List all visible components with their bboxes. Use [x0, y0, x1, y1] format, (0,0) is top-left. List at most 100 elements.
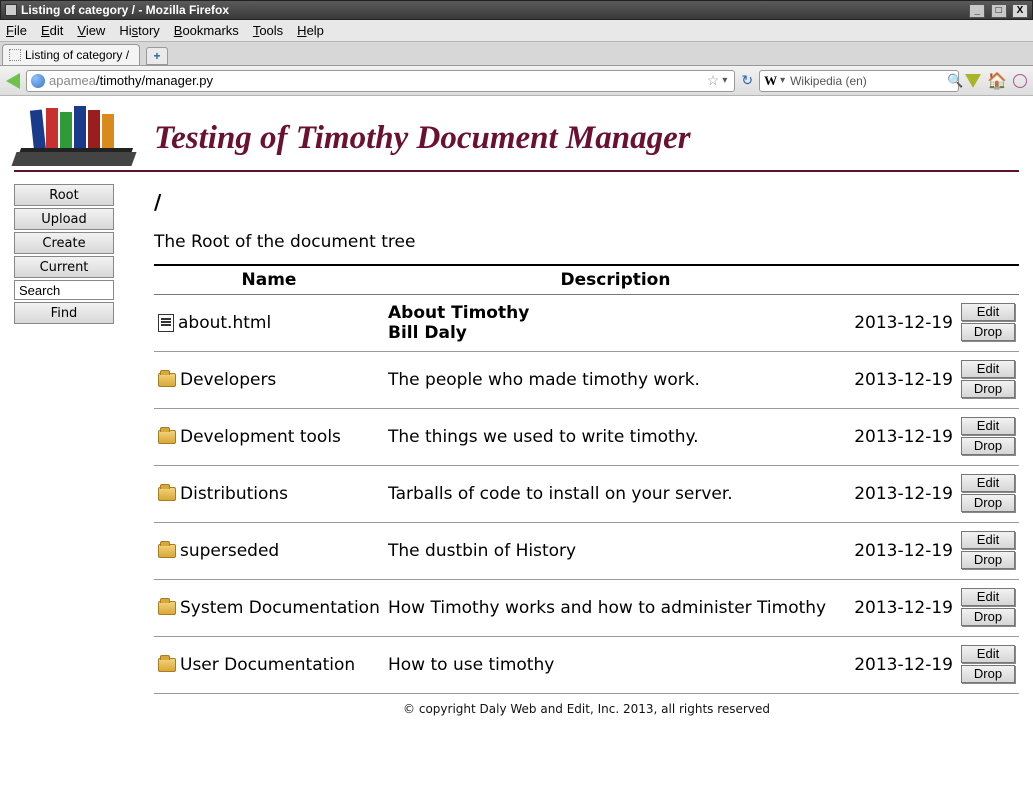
home-button[interactable]: 🏠 [987, 71, 1007, 91]
nav-toolbar: apamea/timothy/manager.py ☆ ▾ ↻ W ▾ 🔍 🏠 [0, 66, 1033, 96]
menu-bar: File Edit View History Bookmarks Tools H… [0, 20, 1033, 42]
edit-button[interactable]: Edit [961, 360, 1015, 378]
drop-button[interactable]: Drop [961, 380, 1015, 398]
search-engine-input[interactable] [788, 73, 947, 89]
menu-file[interactable]: File [6, 23, 27, 38]
item-name[interactable]: Development tools [180, 427, 341, 447]
bookshelf-logo [14, 108, 134, 168]
edit-button[interactable]: Edit [961, 474, 1015, 492]
col-name-header: Name [154, 265, 384, 295]
item-name[interactable]: Distributions [180, 484, 288, 504]
maximize-button[interactable]: □ [991, 4, 1007, 18]
new-tab-button[interactable]: + [146, 47, 168, 65]
bookmark-star-icon[interactable]: ☆ [707, 72, 720, 89]
sidebar-upload-button[interactable]: Upload [14, 208, 114, 230]
tab-strip: Listing of category / + [0, 42, 1033, 66]
tab-label: Listing of category / [25, 48, 129, 62]
folder-icon [158, 601, 176, 615]
menu-tools[interactable]: Tools [253, 23, 283, 38]
category-description: The Root of the document tree [154, 232, 1019, 252]
drop-button[interactable]: Drop [961, 551, 1015, 569]
url-dropdown-icon[interactable]: ▾ [722, 75, 727, 86]
window-icon [5, 4, 17, 16]
edit-button[interactable]: Edit [961, 303, 1015, 321]
item-description: The people who made timothy work. [384, 352, 847, 409]
sidebar-find-button[interactable]: Find [14, 302, 114, 324]
url-path: /timothy/manager.py [96, 73, 213, 88]
downloads-button[interactable] [965, 74, 981, 88]
url-host: apamea [49, 73, 96, 88]
item-name[interactable]: User Documentation [180, 655, 355, 675]
sidebar-create-button[interactable]: Create [14, 232, 114, 254]
table-row: about.html About TimothyBill Daly2013-12-… [154, 295, 1019, 352]
item-date: 2013-12-19 [847, 295, 957, 352]
close-button[interactable]: X [1012, 4, 1028, 18]
item-description: How to use timothy [384, 637, 847, 694]
page-footer: © copyright Daly Web and Edit, Inc. 2013… [154, 702, 1019, 716]
window-title: Listing of category / - Mozilla Firefox [21, 3, 229, 17]
item-description: The things we used to write timothy. [384, 409, 847, 466]
edit-button[interactable]: Edit [961, 417, 1015, 435]
col-date-header [847, 265, 957, 295]
sidebar-search-input[interactable] [14, 280, 114, 300]
table-row: User Documentation How to use timothy2013… [154, 637, 1019, 694]
back-button[interactable] [6, 73, 20, 89]
page-icon [9, 49, 21, 61]
item-description: About TimothyBill Daly [384, 295, 847, 352]
item-date: 2013-12-19 [847, 352, 957, 409]
menu-history[interactable]: History [119, 23, 159, 38]
listing-table: Name Description about.html About Timothy… [154, 264, 1019, 694]
search-icon[interactable]: 🔍 [947, 73, 963, 89]
item-name[interactable]: System Documentation [180, 598, 380, 618]
addon-icon[interactable] [1013, 74, 1027, 88]
globe-icon [31, 74, 45, 88]
item-name[interactable]: superseded [180, 541, 279, 561]
table-row: Developers The people who made timothy wo… [154, 352, 1019, 409]
table-row: Distributions Tarballs of code to install… [154, 466, 1019, 523]
tab-active[interactable]: Listing of category / [2, 44, 140, 65]
drop-button[interactable]: Drop [961, 494, 1015, 512]
item-description: Tarballs of code to install on your serv… [384, 466, 847, 523]
drop-button[interactable]: Drop [961, 323, 1015, 341]
item-date: 2013-12-19 [847, 409, 957, 466]
item-date: 2013-12-19 [847, 523, 957, 580]
folder-icon [158, 373, 176, 387]
menu-help[interactable]: Help [297, 23, 324, 38]
reload-button[interactable]: ↻ [741, 72, 753, 89]
sidebar-root-button[interactable]: Root [14, 184, 114, 206]
drop-button[interactable]: Drop [961, 665, 1015, 683]
folder-icon [158, 544, 176, 558]
drop-button[interactable]: Drop [961, 608, 1015, 626]
page-header: Testing of Timothy Document Manager [14, 108, 1019, 172]
table-row: supersededThe dustbin of History2013-12-… [154, 523, 1019, 580]
table-row: Development tools The things we used to w… [154, 409, 1019, 466]
wikipedia-icon: W [764, 73, 777, 89]
breadcrumb: / [154, 190, 1019, 214]
edit-button[interactable]: Edit [961, 645, 1015, 663]
item-name[interactable]: Developers [180, 370, 276, 390]
item-date: 2013-12-19 [847, 637, 957, 694]
url-bar[interactable]: apamea/timothy/manager.py ☆ ▾ [26, 70, 735, 92]
col-actions-header [957, 265, 1019, 295]
item-date: 2013-12-19 [847, 580, 957, 637]
folder-icon [158, 658, 176, 672]
menu-edit[interactable]: Edit [41, 23, 63, 38]
menu-view[interactable]: View [77, 23, 105, 38]
item-description: How Timothy works and how to administer … [384, 580, 847, 637]
minimize-button[interactable]: _ [969, 4, 985, 18]
edit-button[interactable]: Edit [961, 588, 1015, 606]
drop-button[interactable]: Drop [961, 437, 1015, 455]
window-titlebar: Listing of category / - Mozilla Firefox … [0, 0, 1033, 20]
sidebar-current-button[interactable]: Current [14, 256, 114, 278]
page-title: Testing of Timothy Document Manager [154, 120, 691, 157]
folder-icon [158, 487, 176, 501]
menu-bookmarks[interactable]: Bookmarks [174, 23, 239, 38]
item-date: 2013-12-19 [847, 466, 957, 523]
edit-button[interactable]: Edit [961, 531, 1015, 549]
item-name[interactable]: about.html [178, 313, 271, 333]
engine-dropdown-icon[interactable]: ▾ [780, 75, 785, 86]
sidebar: Root Upload Create Current Find [14, 184, 114, 716]
col-desc-header: Description [384, 265, 847, 295]
search-engine-box[interactable]: W ▾ 🔍 [759, 70, 959, 92]
file-icon [158, 314, 174, 332]
